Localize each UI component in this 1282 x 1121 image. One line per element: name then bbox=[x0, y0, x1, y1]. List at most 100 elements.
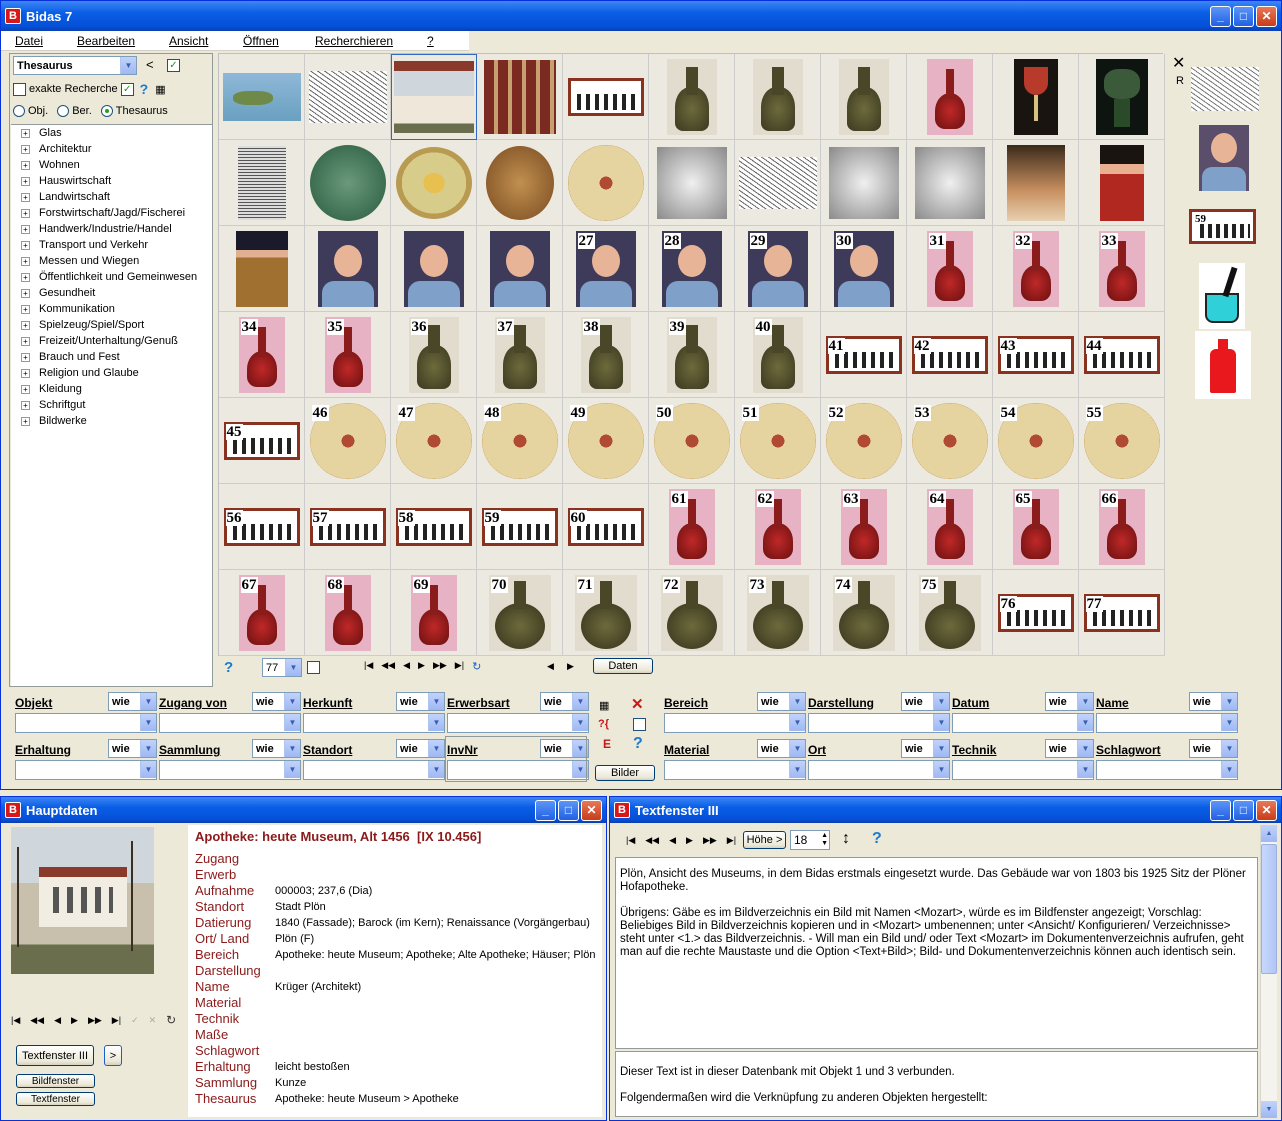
record-value[interactable]: Plön (F) bbox=[275, 931, 314, 947]
maximize-button[interactable]: □ bbox=[1233, 799, 1254, 821]
grid-icon[interactable]: ▦ bbox=[155, 83, 165, 96]
thumbnail-bottle[interactable]: 39 bbox=[649, 312, 735, 398]
record-value[interactable]: 1840 (Fassade); Barock (im Kern); Renais… bbox=[275, 915, 590, 931]
filter-label-standort[interactable]: Standort bbox=[303, 743, 352, 757]
main-titlebar[interactable]: B Bidas 7 _ □ ✕ bbox=[1, 1, 1281, 31]
thumbnail-redbottle[interactable]: 66 bbox=[1079, 484, 1165, 570]
refresh-icon[interactable]: ↻ bbox=[166, 1013, 176, 1027]
next-page-icon[interactable]: ▶▶ bbox=[88, 1015, 102, 1026]
help-icon[interactable]: ? bbox=[224, 659, 233, 676]
filter-label-material[interactable]: Material bbox=[664, 743, 709, 757]
thumb-silhouette[interactable]: 59 bbox=[1189, 209, 1256, 244]
wie-select[interactable]: wie ▼ bbox=[757, 739, 806, 758]
filter-input-schlagwort[interactable]: ▼ bbox=[1096, 760, 1238, 780]
menu-recherchieren[interactable]: Recherchieren bbox=[301, 34, 413, 48]
expand-icon[interactable]: + bbox=[21, 128, 30, 138]
thumbnail-silhouette[interactable]: 43 bbox=[993, 312, 1079, 398]
first-icon[interactable]: |◀ bbox=[626, 835, 635, 846]
thumbnail-portrait[interactable]: 27 bbox=[563, 226, 649, 312]
filter-input-zugang-von[interactable]: ▼ bbox=[159, 713, 301, 733]
expand-icon[interactable]: + bbox=[21, 240, 30, 250]
filter-input-name[interactable]: ▼ bbox=[1096, 713, 1238, 733]
thumbnail-tulipplate[interactable]: 46 bbox=[305, 398, 391, 484]
wie-select[interactable]: wie ▼ bbox=[252, 692, 301, 711]
menu-bearbeiten[interactable]: Bearbeiten bbox=[63, 34, 155, 48]
last-icon[interactable]: ▶| bbox=[727, 835, 736, 846]
data-button[interactable]: Daten bbox=[593, 658, 653, 674]
filter-label-bereich[interactable]: Bereich bbox=[664, 696, 708, 710]
query-icon[interactable]: ?{ bbox=[598, 718, 609, 730]
bilder-button[interactable]: Bilder bbox=[595, 765, 655, 781]
more-button[interactable]: > bbox=[104, 1045, 122, 1066]
scroll-down-icon[interactable]: ▼ bbox=[1261, 1101, 1277, 1118]
expand-icon[interactable]: + bbox=[21, 192, 30, 202]
thumbnail-bottle[interactable] bbox=[821, 54, 907, 140]
thumbnail-redbottle[interactable]: 63 bbox=[821, 484, 907, 570]
filter-input-ort[interactable]: ▼ bbox=[808, 760, 950, 780]
thumbnail-silhouette[interactable]: 76 bbox=[993, 570, 1079, 656]
record-value[interactable]: Krüger (Architekt) bbox=[275, 979, 361, 995]
maximize-button[interactable]: □ bbox=[558, 799, 579, 821]
thumbnail-tulipplate[interactable]: 47 bbox=[391, 398, 477, 484]
e-label[interactable]: E bbox=[603, 737, 611, 751]
filter-label-erhaltung[interactable]: Erhaltung bbox=[15, 743, 71, 757]
next-page-icon[interactable]: ▶▶ bbox=[433, 660, 447, 673]
filter-input-technik[interactable]: ▼ bbox=[952, 760, 1094, 780]
thumb-redbottle[interactable] bbox=[1195, 331, 1251, 399]
filter-label-objekt[interactable]: Objekt bbox=[15, 696, 52, 710]
minimize-button[interactable]: _ bbox=[1210, 799, 1231, 821]
filter-input-invnr[interactable]: ▼ bbox=[447, 760, 589, 780]
thumbnail-bottle[interactable]: 40 bbox=[735, 312, 821, 398]
minimize-button[interactable]: _ bbox=[535, 799, 556, 821]
thumbnail-roundbottle[interactable]: 75 bbox=[907, 570, 993, 656]
record-value[interactable]: Stadt Plön bbox=[275, 899, 326, 915]
refresh-icon[interactable]: ↻ bbox=[472, 660, 481, 673]
expand-icon[interactable]: + bbox=[21, 368, 30, 378]
thumbnail-portrait[interactable] bbox=[477, 226, 563, 312]
expand-icon[interactable]: + bbox=[21, 208, 30, 218]
tree-item[interactable]: + Kommunikation bbox=[11, 301, 212, 317]
scroll-up-icon[interactable]: ▲ bbox=[1261, 825, 1277, 842]
scroll-thumb[interactable] bbox=[1261, 844, 1277, 974]
tree-item[interactable]: + Gesundheit bbox=[11, 285, 212, 301]
help-icon[interactable]: ? bbox=[140, 81, 149, 97]
thumbnail-bottle[interactable] bbox=[649, 54, 735, 140]
radio-obj[interactable] bbox=[13, 105, 25, 117]
wie-select[interactable]: wie ▼ bbox=[1189, 739, 1238, 758]
exact-search-checkbox[interactable] bbox=[13, 82, 26, 96]
filter-label-datum[interactable]: Datum bbox=[952, 696, 989, 710]
thumbnail-engraving[interactable] bbox=[219, 140, 305, 226]
filter-input-erwerbsart[interactable]: ▼ bbox=[447, 713, 589, 733]
thumbnail-house[interactable] bbox=[391, 54, 477, 140]
filter-input-material[interactable]: ▼ bbox=[664, 760, 806, 780]
thumbnail-bottle[interactable]: 37 bbox=[477, 312, 563, 398]
last-icon[interactable]: ▶| bbox=[112, 1015, 121, 1026]
thumbnail-bottle[interactable] bbox=[735, 54, 821, 140]
thumbnail-roundbottle[interactable]: 71 bbox=[563, 570, 649, 656]
thumbnail-redbottle[interactable]: 64 bbox=[907, 484, 993, 570]
radio-thesaurus[interactable] bbox=[100, 105, 113, 117]
textfenster3-button[interactable]: Textfenster III bbox=[16, 1045, 94, 1066]
thumbnail-redbottle[interactable]: 65 bbox=[993, 484, 1079, 570]
thumbnail-greenplate[interactable] bbox=[305, 140, 391, 226]
cancel-icon[interactable]: ✕ bbox=[149, 1015, 157, 1026]
thumbnail-silhouette[interactable]: 77 bbox=[1079, 570, 1165, 656]
thumbnail-redbottle[interactable]: 33 bbox=[1079, 226, 1165, 312]
filter-input-datum[interactable]: ▼ bbox=[952, 713, 1094, 733]
filter-label-ort[interactable]: Ort bbox=[808, 743, 826, 757]
thumbnail-tulipplate[interactable]: 49 bbox=[563, 398, 649, 484]
thumbnail-redbottle[interactable]: 34 bbox=[219, 312, 305, 398]
filter-input-herkunft[interactable]: ▼ bbox=[303, 713, 445, 733]
menu-ansicht[interactable]: Ansicht bbox=[155, 34, 229, 48]
wie-select[interactable]: wie ▼ bbox=[1189, 692, 1238, 711]
count-select[interactable]: 77 ▼ bbox=[262, 658, 302, 677]
thumbnail-bottle[interactable]: 36 bbox=[391, 312, 477, 398]
menu-datei[interactable]: Datei bbox=[1, 34, 63, 48]
thumbnail-redbottle[interactable]: 62 bbox=[735, 484, 821, 570]
expand-icon[interactable]: + bbox=[21, 336, 30, 346]
next-icon[interactable]: ▶ bbox=[686, 835, 693, 846]
thumbnail-sketch[interactable] bbox=[305, 54, 391, 140]
exact-search-toggle[interactable]: ✓ bbox=[120, 82, 134, 96]
top-checkbox[interactable]: ✓ bbox=[167, 59, 180, 72]
tree-item[interactable]: + Religion und Glaube bbox=[11, 365, 212, 381]
